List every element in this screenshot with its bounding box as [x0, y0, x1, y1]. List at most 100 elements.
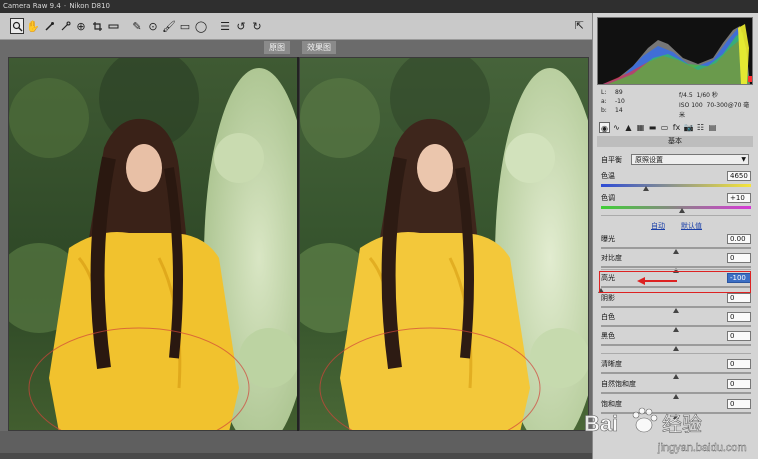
- adjustment-brush-tool-icon[interactable]: 🖌: [162, 18, 176, 34]
- exposure-label: 曝光: [601, 235, 615, 243]
- tab-tone-curve-icon[interactable]: ∿: [611, 122, 622, 133]
- toolbar: ✋ ⊕ ✎ ⊙ 🖌 ▭ ◯ ☰ ↺ ↻ ⇱: [0, 13, 592, 40]
- histogram: [597, 17, 753, 85]
- crop-tool-icon[interactable]: [90, 18, 104, 34]
- temp-control: 色温 4650: [601, 171, 751, 191]
- title-bar: Camera Raw 9.4- Nikon D810: [0, 0, 758, 13]
- camera-raw-window: Camera Raw 9.4- Nikon D810 ✋ ⊕ ✎ ⊙ 🖌 ▭ ◯ …: [0, 0, 758, 459]
- exposure-value[interactable]: 0.00: [727, 234, 751, 244]
- contrast-label: 对比度: [601, 254, 622, 262]
- tab-snapshots-icon[interactable]: ▤: [707, 122, 718, 133]
- auto-default-links: 自动 默认值: [601, 221, 751, 232]
- wb-label: 自平衡: [601, 156, 622, 164]
- vibrance-value[interactable]: 0: [727, 379, 751, 389]
- whites-label: 白色: [601, 313, 615, 321]
- image-info: L: a: b: 89 -10 14 f/4.5 1/60 秒 ISO 100 …: [597, 88, 753, 120]
- hand-tool-icon[interactable]: ✋: [26, 18, 40, 34]
- svg-text:经验: 经验: [662, 412, 702, 436]
- temp-slider-track[interactable]: [601, 184, 751, 187]
- vibrance-label: 自然饱和度: [601, 380, 636, 388]
- tab-camera-calibration-icon[interactable]: 📷: [683, 122, 694, 133]
- blacks-value[interactable]: 0: [727, 331, 751, 341]
- temp-value[interactable]: 4650: [727, 171, 751, 181]
- tab-effects-icon[interactable]: fx: [671, 122, 682, 133]
- exif-info: f/4.5 1/60 秒 ISO 100 70-300@70 毫米: [679, 91, 753, 121]
- preview-bottom-bar: [0, 431, 592, 459]
- before-label: 原图: [264, 41, 290, 54]
- paw-icon: [632, 407, 658, 433]
- auto-link[interactable]: 自动: [651, 221, 665, 231]
- rotate-left-icon[interactable]: ↺: [234, 18, 248, 34]
- shutter-speed: 1/60 秒: [696, 92, 718, 99]
- tint-slider-track[interactable]: [601, 206, 751, 209]
- spot-removal-tool-icon[interactable]: ✎: [130, 18, 144, 34]
- radial-filter-tool-icon[interactable]: ◯: [194, 18, 208, 34]
- tint-slider-thumb[interactable]: [679, 208, 685, 213]
- temp-label: 色温: [601, 172, 615, 180]
- blacks-slider-thumb[interactable]: [673, 346, 679, 351]
- target-adjust-tool-icon[interactable]: ⊕: [74, 18, 88, 34]
- blacks-label: 黑色: [601, 332, 615, 340]
- wb-dropdown[interactable]: 原照设置 ▼: [631, 154, 749, 165]
- whites-value[interactable]: 0: [727, 312, 751, 322]
- shadows-value[interactable]: 0: [727, 293, 751, 303]
- preferences-icon[interactable]: ☰: [218, 18, 232, 34]
- color-sampler-tool-icon[interactable]: [58, 18, 72, 34]
- whites-control: 白色 0: [601, 312, 751, 332]
- tint-value[interactable]: +10: [727, 193, 751, 203]
- adjustment-panel: L: a: b: 89 -10 14 f/4.5 1/60 秒 ISO 100 …: [592, 13, 758, 459]
- exposure-control: 曝光 0.00: [601, 234, 751, 254]
- vibrance-control: 自然饱和度 0: [601, 379, 751, 399]
- tab-split-toning-icon[interactable]: ▬: [647, 122, 658, 133]
- baidu-jingyan-watermark: Bai 经验 jingyan.baidu.com: [584, 407, 747, 454]
- fullscreen-icon[interactable]: ⇱: [575, 19, 584, 32]
- clarity-value[interactable]: 0: [727, 359, 751, 369]
- clarity-label: 清晰度: [601, 360, 622, 368]
- after-image-pane[interactable]: [299, 57, 589, 431]
- shadows-label: 阴影: [601, 294, 615, 302]
- before-image-pane[interactable]: [8, 57, 298, 431]
- shadows-control: 阴影 0: [601, 293, 751, 313]
- preview-labels: 原图 效果图: [0, 40, 592, 57]
- before-photo: [9, 58, 297, 430]
- camera-model: Nikon D810: [69, 2, 110, 10]
- iso: ISO 100: [679, 102, 703, 109]
- tab-detail-icon[interactable]: ▲: [623, 122, 634, 133]
- tint-label: 色调: [601, 194, 615, 202]
- divider: [601, 269, 751, 270]
- divider: [601, 353, 751, 354]
- svg-text:jingyan.baidu.com: jingyan.baidu.com: [657, 442, 747, 454]
- tint-control: 色调 +10: [601, 193, 751, 213]
- zoom-tool-icon[interactable]: [10, 18, 24, 34]
- graduated-filter-tool-icon[interactable]: ▭: [178, 18, 192, 34]
- contrast-control: 对比度 0: [601, 253, 751, 273]
- rgb-values: 89 -10 14: [615, 89, 625, 114]
- status-strip: [0, 453, 592, 459]
- white-balance-row: 自平衡 原照设置 ▼: [601, 154, 751, 166]
- temp-slider-thumb[interactable]: [643, 186, 649, 191]
- tab-presets-icon[interactable]: ☷: [695, 122, 706, 133]
- preview-area: 原图 效果图: [0, 40, 592, 459]
- app-title: Camera Raw 9.4: [3, 2, 61, 10]
- contrast-value[interactable]: 0: [727, 253, 751, 263]
- tab-basic-icon[interactable]: ◉: [599, 121, 610, 133]
- red-eye-tool-icon[interactable]: ⊙: [146, 18, 160, 34]
- rotate-right-icon[interactable]: ↻: [250, 18, 264, 34]
- tab-hsl-icon[interactable]: ▦: [635, 122, 646, 133]
- panel-tabs: ◉ ∿ ▲ ▦ ▬ ▭ fx 📷 ☷ ▤: [597, 120, 753, 134]
- after-photo: [300, 58, 588, 430]
- blacks-control: 黑色 0: [601, 331, 751, 351]
- clarity-control: 清晰度 0: [601, 359, 751, 379]
- after-label: 效果图: [302, 41, 336, 54]
- chevron-down-icon: ▼: [741, 156, 746, 163]
- aperture: f/4.5: [679, 92, 693, 99]
- default-link[interactable]: 默认值: [681, 221, 702, 231]
- section-title-basic: 基本: [597, 136, 753, 147]
- white-balance-tool-icon[interactable]: [42, 18, 56, 34]
- rgb-readout: L: a: b:: [601, 89, 607, 114]
- tab-lens-icon[interactable]: ▭: [659, 122, 670, 133]
- title-separator: -: [63, 2, 67, 10]
- svg-text:Bai: Bai: [584, 411, 618, 436]
- annotation-arrow-icon: [637, 277, 677, 285]
- straighten-tool-icon[interactable]: [106, 18, 120, 34]
